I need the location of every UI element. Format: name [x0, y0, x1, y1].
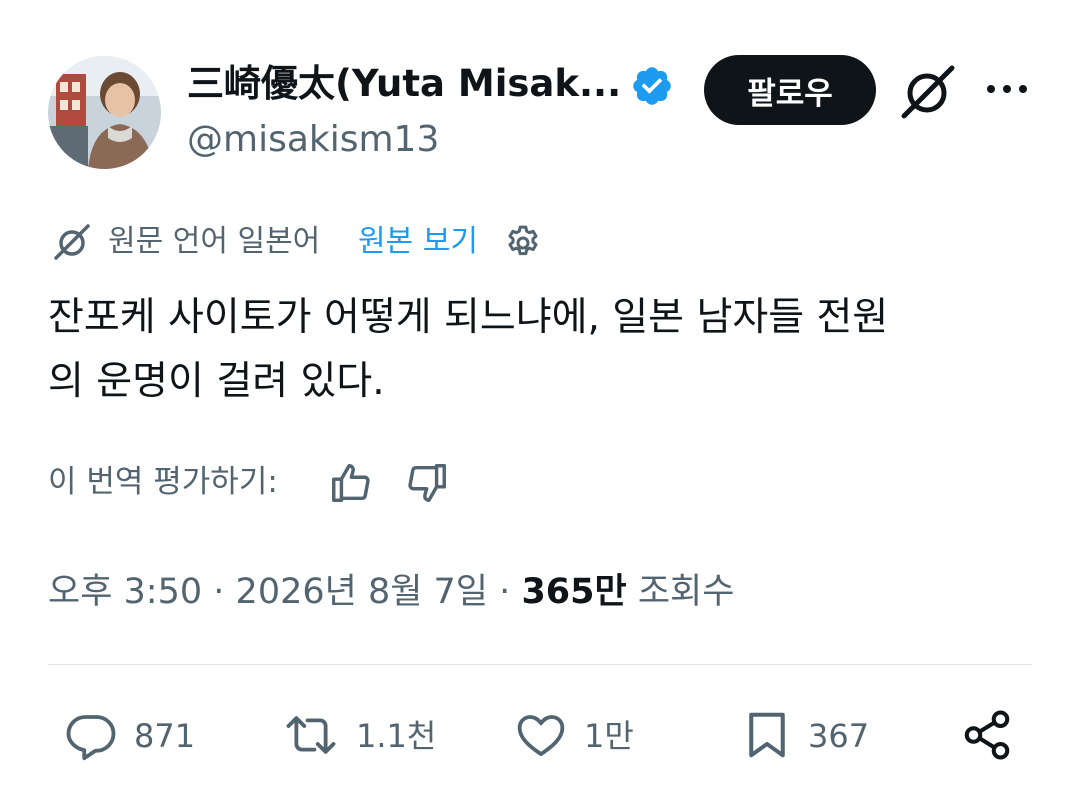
views-label: 조회수 [637, 572, 735, 612]
tweet-meta: 오후 3:50 · 2026년 8월 7일 · 365만 조회수 [48, 568, 734, 616]
thumb-down-icon[interactable] [404, 460, 450, 506]
repost-count: 1.1천 [356, 717, 437, 755]
like-count: 1만 [584, 717, 634, 755]
views-count: 365만 [521, 572, 627, 612]
bookmark-icon[interactable] [740, 708, 794, 762]
share-icon[interactable] [960, 708, 1014, 762]
user-handle[interactable]: @misakism13 [187, 118, 439, 162]
tweet-time[interactable]: 오후 3:50 [48, 572, 202, 612]
tweet-text: 잔포케 사이토가 어떻게 되느냐에, 일본 남자들 전원 의 운명이 걸려 있다… [48, 286, 1038, 414]
grok-translate-icon [52, 222, 92, 262]
grok-icon[interactable] [898, 62, 958, 122]
display-name[interactable]: 三崎優太(Yuta Misak... [187, 62, 621, 106]
meta-separator: · [499, 572, 511, 612]
heart-icon[interactable] [514, 708, 568, 762]
repost-icon[interactable] [284, 708, 338, 762]
bookmark-count: 367 [808, 717, 870, 755]
follow-button[interactable]: 팔로우 [704, 55, 876, 125]
rate-translation-label: 이 번역 평가하기: [48, 464, 278, 500]
tweet-text-line: 잔포케 사이토가 어떻게 되느냐에, 일본 남자들 전원 [48, 295, 889, 340]
more-icon[interactable] [984, 74, 1030, 104]
avatar[interactable] [48, 56, 161, 169]
tweet-date[interactable]: 2026년 8월 7일 [236, 572, 488, 612]
tweet-text-line: 의 운명이 걸려 있다. [48, 359, 385, 404]
meta-separator: · [213, 572, 225, 612]
translation-notice: 원문 언어 일본어 [108, 224, 321, 259]
view-original-link[interactable]: 원본 보기 [358, 222, 478, 262]
gear-icon[interactable] [503, 223, 543, 263]
verified-badge-icon [630, 64, 674, 108]
reply-count: 871 [134, 717, 196, 755]
reply-icon[interactable] [64, 708, 118, 762]
divider [48, 664, 1032, 665]
thumb-up-icon[interactable] [328, 460, 374, 506]
